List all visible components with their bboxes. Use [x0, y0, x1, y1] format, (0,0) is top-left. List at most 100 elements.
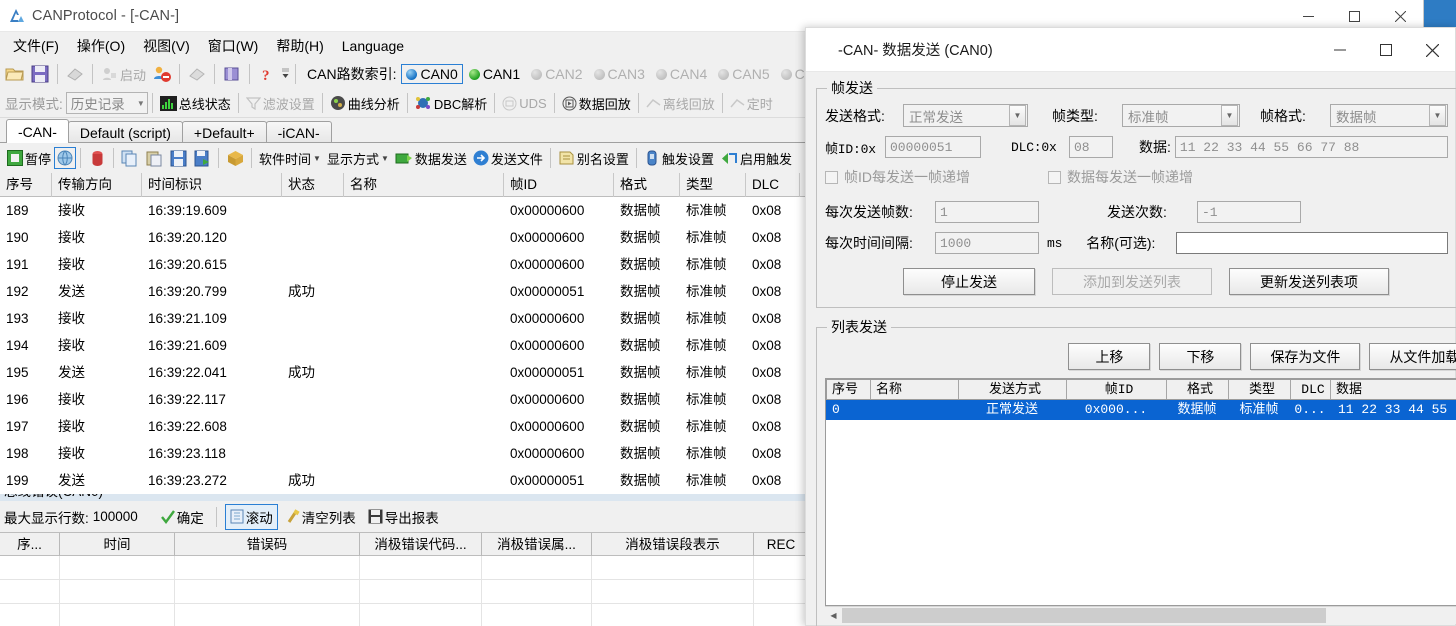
menu-file[interactable]: 文件(F) — [4, 33, 68, 59]
software-time-dropdown[interactable]: 软件时间 ▼ — [256, 146, 324, 170]
stop-icon[interactable] — [150, 62, 174, 86]
err-col-rec[interactable]: REC — [754, 533, 809, 556]
list-col-format[interactable]: 格式 — [1167, 380, 1229, 399]
channel-dot-icon — [780, 68, 792, 80]
save-to-file-button[interactable]: 保存为文件 — [1250, 343, 1361, 370]
tab-can[interactable]: -CAN- — [6, 119, 69, 143]
err-col-passive-segment[interactable]: 消极错误段表示 — [592, 533, 754, 556]
err-col-passive-code[interactable]: 消极错误代码... — [360, 533, 482, 556]
save-list-icon[interactable] — [166, 146, 190, 170]
data-input[interactable]: 11 22 33 44 55 66 77 88 — [1174, 136, 1448, 158]
toolbar-overflow-icon[interactable] — [280, 62, 290, 86]
move-up-button[interactable]: 上移 — [1068, 343, 1151, 370]
can-channel-can2[interactable]: CAN2 — [526, 64, 587, 84]
list-item[interactable]: 0 正常发送 0x000... 数据帧 标准帧 0... 11 22 33 44… — [826, 400, 1456, 420]
dlc-input[interactable]: 08 — [1069, 136, 1113, 158]
col-state[interactable]: 状态 — [282, 172, 344, 197]
tab-default-plus[interactable]: +Default+ — [181, 121, 267, 143]
trigger-settings-button[interactable]: 触发设置 — [641, 146, 717, 170]
list-col-data[interactable]: 数据 — [1331, 380, 1456, 399]
stop-send-button[interactable]: 停止发送 — [903, 268, 1035, 295]
tab-ican[interactable]: -iCAN- — [265, 121, 332, 143]
can-channel-can4[interactable]: CAN4 — [651, 64, 712, 84]
name-input[interactable] — [1176, 232, 1448, 254]
dialog-close-icon[interactable] — [1409, 28, 1455, 72]
can-channel-can0[interactable]: CAN0 — [401, 64, 463, 84]
globe-icon[interactable] — [54, 147, 77, 169]
col-frame-id[interactable]: 帧ID — [504, 172, 614, 197]
clear-list-button[interactable]: 清空列表 — [282, 505, 360, 529]
increment-data-checkbox[interactable] — [1048, 170, 1061, 184]
send-list-hscrollbar[interactable]: ◀ ▶ — [825, 606, 1456, 624]
col-format[interactable]: 格式 — [614, 172, 680, 197]
pause-button[interactable]: 暂停 — [4, 146, 54, 170]
confirm-button[interactable]: 确定 — [157, 505, 208, 529]
col-dlc[interactable]: DLC — [746, 172, 800, 197]
menu-language[interactable]: Language — [333, 35, 413, 57]
save-icon[interactable] — [28, 62, 52, 86]
menu-window[interactable]: 窗口(W) — [199, 33, 268, 59]
err-col-error-code[interactable]: 错误码 — [175, 533, 360, 556]
data-playback-button[interactable]: 数据回放 — [559, 91, 634, 115]
list-col-type[interactable]: 类型 — [1229, 380, 1291, 399]
move-down-button[interactable]: 下移 — [1159, 343, 1242, 370]
list-col-mode[interactable]: 发送方式 — [959, 380, 1067, 399]
col-seq[interactable]: 序号 — [0, 172, 52, 197]
send-format-select[interactable]: 正常发送 ▼ — [903, 104, 1028, 127]
copy-icon[interactable] — [118, 146, 142, 170]
help-icon[interactable]: ? — [255, 62, 279, 86]
bus-status-button[interactable]: 总线状态 — [157, 91, 234, 115]
curve-analysis-button[interactable]: 曲线分析 — [327, 91, 403, 115]
scroll-toggle-button[interactable]: 滚动 — [224, 503, 278, 530]
display-mode-select[interactable]: 历史记录 ▼ — [65, 92, 148, 114]
increment-frame-id-checkbox[interactable] — [825, 170, 838, 184]
dbc-parse-button[interactable]: DBC解析 — [412, 91, 490, 115]
open-file-icon[interactable] — [3, 62, 27, 86]
send-file-button[interactable]: 发送文件 — [470, 146, 546, 170]
err-col-time[interactable]: 时间 — [60, 533, 175, 556]
max-rows-value[interactable]: 100000 — [93, 509, 153, 524]
update-send-list-item-button[interactable]: 更新发送列表项 — [1229, 268, 1389, 295]
can-channel-can3[interactable]: CAN3 — [589, 64, 650, 84]
list-col-seq[interactable]: 序号 — [827, 380, 871, 399]
menu-operation[interactable]: 操作(O) — [68, 33, 134, 59]
dialog-maximize-icon[interactable] — [1363, 28, 1409, 72]
box-icon[interactable] — [223, 146, 247, 170]
frame-type-select[interactable]: 标准帧 ▼ — [1122, 104, 1240, 127]
col-type[interactable]: 类型 — [680, 172, 746, 197]
err-col-seq[interactable]: 序... — [0, 533, 60, 556]
dialog-minimize-icon[interactable] — [1317, 28, 1363, 72]
menu-help[interactable]: 帮助(H) — [267, 33, 332, 59]
list-col-name[interactable]: 名称 — [871, 380, 959, 399]
col-name[interactable]: 名称 — [344, 172, 504, 197]
hscroll-thumb[interactable] — [842, 607, 1326, 623]
frames-per-send-input[interactable]: 1 — [935, 201, 1039, 223]
interval-input[interactable]: 1000 — [935, 232, 1039, 254]
display-method-dropdown[interactable]: 显示方式 ▼ — [324, 146, 392, 170]
paste-icon[interactable] — [142, 146, 166, 170]
load-from-file-button[interactable]: 从文件加载 — [1369, 343, 1456, 370]
data-send-button[interactable]: 数据发送 — [392, 146, 470, 170]
record-icon[interactable] — [85, 146, 109, 170]
scroll-left-icon[interactable]: ◀ — [825, 607, 842, 624]
export-icon[interactable] — [190, 146, 214, 170]
list-col-dlc[interactable]: DLC — [1291, 380, 1331, 399]
interval-unit-label: ms — [1047, 235, 1063, 251]
send-count-input[interactable]: -1 — [1197, 201, 1301, 223]
tab-default-script[interactable]: Default (script) — [67, 121, 183, 143]
package-icon[interactable] — [220, 62, 244, 86]
col-time[interactable]: 时间标识 — [142, 172, 282, 197]
list-col-frame-id[interactable]: 帧ID — [1067, 380, 1167, 399]
menu-view[interactable]: 视图(V) — [134, 33, 199, 59]
can-channel-can5[interactable]: CAN5 — [713, 64, 774, 84]
err-col-passive-attr[interactable]: 消极错误属... — [482, 533, 592, 556]
alias-settings-button[interactable]: 别名设置 — [555, 146, 632, 170]
export-report-button[interactable]: 导出报表 — [364, 505, 443, 529]
hscroll-track[interactable] — [842, 606, 1456, 624]
frame-format-select[interactable]: 数据帧 ▼ — [1330, 104, 1448, 127]
cell-format: 数据帧 — [620, 311, 661, 326]
col-direction[interactable]: 传输方向 — [52, 172, 142, 197]
frame-id-input[interactable]: 00000051 — [885, 136, 981, 158]
can-channel-can1[interactable]: CAN1 — [464, 64, 525, 84]
enable-trigger-button[interactable]: 启用触发 — [717, 146, 795, 170]
